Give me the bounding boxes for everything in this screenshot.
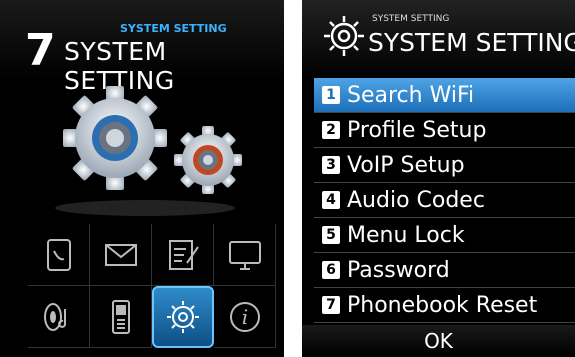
memo-icon[interactable] (152, 224, 214, 286)
menu-item-audio-codec[interactable]: 4 Audio Codec (314, 183, 575, 218)
menu-item-label: Menu Lock (347, 222, 465, 248)
header-subtitle: SYSTEM SETTING (120, 22, 227, 35)
menu-item-profile-setup[interactable]: 2 Profile Setup (314, 113, 575, 148)
menu-item-number: 3 (322, 156, 340, 174)
menu-item-label: Search WiFi (347, 82, 475, 108)
settings-icon (324, 16, 364, 56)
ok-softkey[interactable]: OK (302, 325, 575, 357)
screen-header: SYSTEM SETTING SYSTEM SETTING (302, 0, 575, 78)
page-title: SYSTEM SETTING (368, 28, 575, 57)
menu-item-menu-lock[interactable]: 5 Menu Lock (314, 218, 575, 253)
header-subtitle: SYSTEM SETTING (372, 14, 450, 24)
settings-icon[interactable] (152, 286, 214, 348)
menu-item-password[interactable]: 6 Password (314, 253, 575, 288)
menu-item-search-wifi[interactable]: 1 Search WiFi (314, 78, 575, 113)
sound-icon[interactable] (28, 286, 90, 348)
system-setting-screen: 7 SYSTEM SETTING SYSTEM SETTING i (0, 0, 284, 357)
menu-item-voip-setup[interactable]: 3 VoIP Setup (314, 148, 575, 183)
gears-illustration-icon (55, 86, 242, 216)
info-icon[interactable]: i (214, 286, 276, 348)
menu-item-number: 2 (322, 121, 340, 139)
main-menu-grid: i (28, 224, 276, 352)
system-setting-menu-screen: SYSTEM SETTING SYSTEM SETTING 1 Search W… (302, 0, 575, 357)
message-icon[interactable] (90, 224, 152, 286)
menu-item-label: Phonebook Reset (347, 292, 538, 318)
menu-item-number: 6 (322, 261, 340, 279)
menu-item-number: 4 (322, 191, 340, 209)
menu-item-label: Audio Codec (347, 187, 485, 213)
menu-item-number: 7 (322, 296, 340, 314)
menu-number: 7 (25, 25, 56, 76)
menu-item-label: Password (347, 257, 450, 283)
settings-menu-list: 1 Search WiFi 2 Profile Setup 3 VoIP Set… (314, 78, 575, 323)
menu-item-label: Profile Setup (347, 117, 487, 143)
phonebook-icon[interactable] (28, 224, 90, 286)
menu-item-phonebook-reset[interactable]: 7 Phonebook Reset (314, 288, 575, 323)
display-icon[interactable] (214, 224, 276, 286)
screen-header: 7 SYSTEM SETTING SYSTEM SETTING (0, 0, 284, 95)
menu-item-label: VoIP Setup (347, 152, 465, 178)
menu-item-number: 1 (322, 86, 340, 104)
svg-text:i: i (241, 305, 247, 329)
phone-icon[interactable] (90, 286, 152, 348)
menu-item-number: 5 (322, 226, 340, 244)
